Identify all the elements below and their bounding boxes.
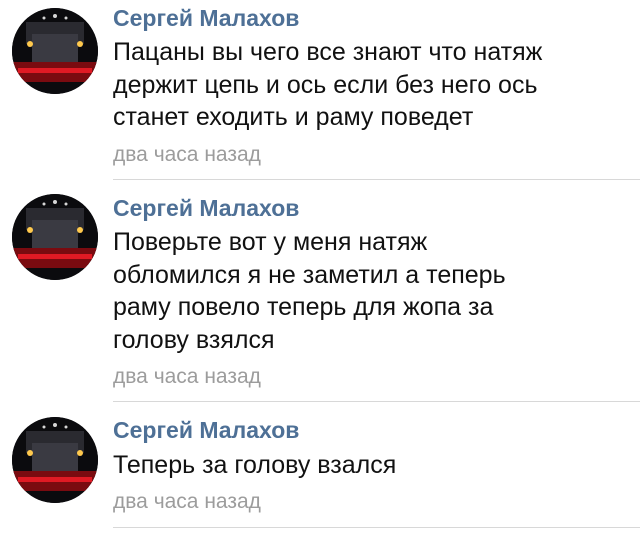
comment-item: Сергей Малахов Поверьте вот у меня натяж… [0, 180, 640, 402]
comment-time: два часа назад [113, 365, 261, 388]
comment-item: Сергей Малахов Пацаны вы чего все знают … [0, 0, 640, 180]
avatar-image [12, 8, 98, 94]
comment-text: Пацаны вы чего все знают что натяж держи… [113, 38, 543, 131]
comment-text: Поверьте вот у меня натяж обломился я не… [113, 228, 506, 354]
author-name[interactable]: Сергей Малахов [113, 195, 299, 221]
divider [113, 527, 640, 528]
comment-time: два часа назад [113, 490, 261, 513]
avatar[interactable] [12, 417, 98, 503]
author-name[interactable]: Сергей Малахов [113, 5, 299, 31]
comment-text: Теперь за голову взался [113, 451, 397, 479]
author-name[interactable]: Сергей Малахов [113, 417, 299, 443]
avatar[interactable] [12, 8, 98, 94]
comment-item: Сергей Малахов Теперь за голову взался д… [0, 402, 640, 533]
avatar-image [12, 417, 98, 503]
avatar-image [12, 194, 98, 280]
comment-time: два часа назад [113, 143, 261, 166]
avatar[interactable] [12, 194, 98, 280]
